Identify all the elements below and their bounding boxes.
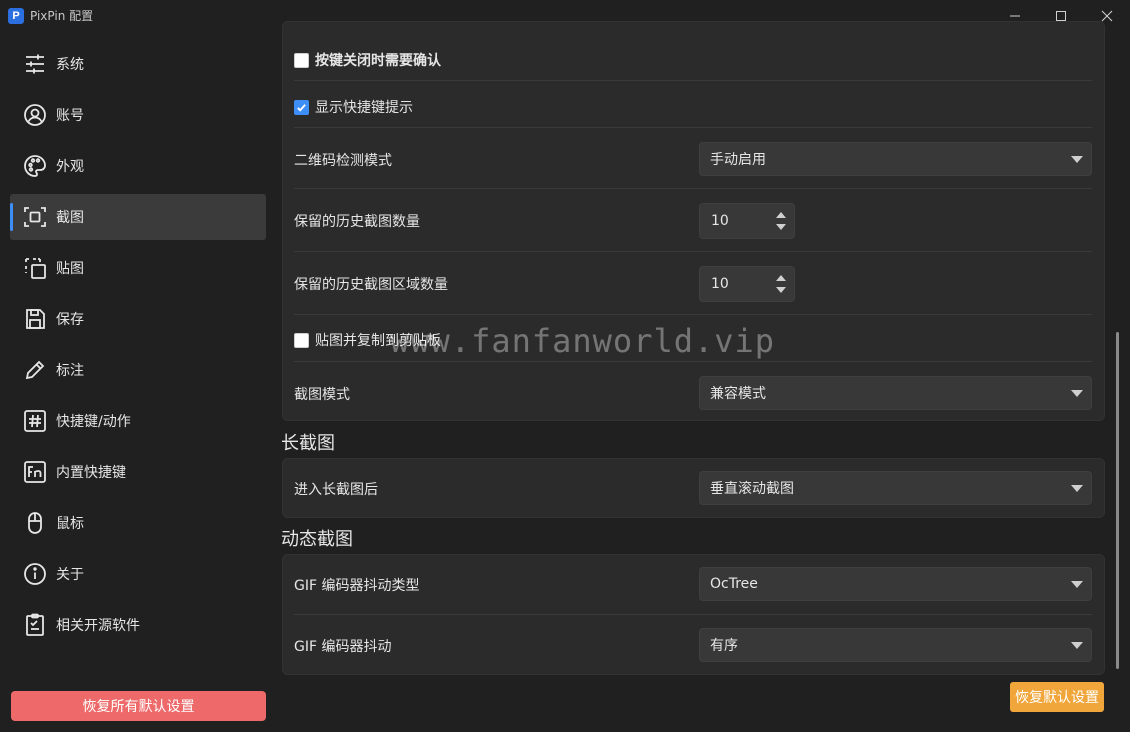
reset-all-button[interactable]: 恢复所有默认设置 — [11, 691, 266, 721]
info-icon — [22, 561, 48, 587]
sidebar-item-shortcuts[interactable]: 快捷键/动作 — [10, 398, 266, 444]
gif-dither-type-value: OcTree — [710, 576, 758, 592]
sidebar-item-save[interactable]: 保存 — [10, 296, 266, 342]
palette-icon — [22, 153, 48, 179]
screenshot-mode-select[interactable]: 兼容模式 — [699, 376, 1092, 410]
sidebar-item-label: 相关开源软件 — [56, 618, 140, 634]
sidebar-item-pin[interactable]: 贴图 — [10, 245, 266, 291]
long-screenshot-after-enter-select[interactable]: 垂直滚动截图 — [699, 471, 1092, 505]
sidebar-item-label: 截图 — [56, 210, 84, 226]
history-region-count-value: 10 — [711, 276, 729, 292]
chevron-down-icon — [1071, 390, 1083, 397]
screenshot-mode-value: 兼容模式 — [710, 386, 766, 402]
chevron-down-icon — [1071, 581, 1083, 588]
sliders-icon — [22, 51, 48, 77]
history-region-count-row: 保留的历史截图区域数量 — [294, 266, 1092, 302]
spin-down-icon[interactable] — [776, 224, 786, 230]
sidebar: 系统 账号 外观 截图 贴图 保存 标注 快捷键/动作 内置快捷键 鼠标 关于 … — [0, 31, 272, 732]
sidebar-item-label: 外观 — [56, 159, 84, 175]
reset-defaults-button[interactable]: 恢复默认设置 — [1010, 682, 1104, 712]
settings-panel: 按键关闭时需要确认 显示快捷键提示 二维码检测模式 手动启用 保留的历史截图数量… — [272, 21, 1130, 732]
sidebar-item-screenshot[interactable]: 截图 — [10, 194, 266, 240]
divider — [294, 251, 1092, 252]
history-count-spinbox[interactable]: 10 — [699, 203, 795, 239]
sidebar-item-builtin-shortcuts[interactable]: 内置快捷键 — [10, 449, 266, 495]
sidebar-item-label: 关于 — [56, 567, 84, 583]
gif-dither-select[interactable]: 有序 — [699, 628, 1092, 662]
app-logo-icon: P — [8, 7, 24, 24]
chevron-down-icon — [1071, 642, 1083, 649]
chevron-down-icon — [1071, 485, 1083, 492]
show-shortcut-hints-row: 显示快捷键提示 — [294, 92, 1092, 122]
history-count-row: 保留的历史截图数量 — [294, 203, 1092, 239]
long-screenshot-after-enter-value: 垂直滚动截图 — [710, 481, 794, 497]
chevron-down-icon — [1071, 156, 1083, 163]
divider — [294, 188, 1092, 189]
sidebar-item-annotate[interactable]: 标注 — [10, 347, 266, 393]
divider — [294, 361, 1092, 362]
animated-screenshot-card: GIF 编码器抖动类型 OcTree GIF 编码器抖动 有序 — [282, 554, 1105, 675]
history-region-count-spinbox[interactable]: 10 — [699, 266, 795, 302]
gif-dither-label: GIF 编码器抖动 — [294, 639, 392, 655]
show-shortcut-hints-label: 显示快捷键提示 — [315, 100, 413, 116]
sidebar-item-label: 系统 — [56, 57, 84, 73]
long-screenshot-after-enter-label: 进入长截图后 — [294, 482, 378, 498]
gif-dither-type-label: GIF 编码器抖动类型 — [294, 578, 420, 594]
save-icon — [22, 306, 48, 332]
sidebar-item-mouse[interactable]: 鼠标 — [10, 500, 266, 546]
sidebar-item-about[interactable]: 关于 — [10, 551, 266, 597]
sidebar-item-label: 保存 — [56, 312, 84, 328]
sidebar-item-label: 贴图 — [56, 261, 84, 277]
divider — [294, 80, 1092, 81]
scrollbar[interactable] — [1116, 332, 1119, 669]
mouse-icon — [22, 510, 48, 536]
divider — [294, 127, 1092, 128]
confirm-on-close-row: 按键关闭时需要确认 — [294, 45, 1092, 75]
user-icon — [22, 102, 48, 128]
history-region-count-label: 保留的历史截图区域数量 — [294, 277, 448, 293]
sidebar-item-label: 账号 — [56, 108, 84, 124]
sidebar-item-open-source[interactable]: 相关开源软件 — [10, 602, 266, 648]
fn-key-icon — [22, 459, 48, 485]
gif-dither-type-select[interactable]: OcTree — [699, 567, 1092, 601]
spin-up-icon[interactable] — [776, 212, 786, 218]
sidebar-item-system[interactable]: 系统 — [10, 41, 266, 87]
sidebar-item-account[interactable]: 账号 — [10, 92, 266, 138]
confirm-on-close-checkbox[interactable] — [294, 52, 309, 68]
checklist-icon — [22, 612, 48, 638]
pin-icon — [22, 255, 48, 281]
confirm-on-close-label: 按键关闭时需要确认 — [315, 53, 441, 69]
spin-up-icon[interactable] — [776, 275, 786, 281]
hashtag-icon — [22, 408, 48, 434]
history-count-label: 保留的历史截图数量 — [294, 214, 420, 230]
screenshot-settings-card: 按键关闭时需要确认 显示快捷键提示 二维码检测模式 手动启用 保留的历史截图数量… — [282, 21, 1105, 421]
animated-screenshot-title: 动态截图 — [281, 529, 353, 550]
divider — [294, 614, 1092, 615]
gif-dither-value: 有序 — [710, 638, 738, 654]
sidebar-item-appearance[interactable]: 外观 — [10, 143, 266, 189]
pin-and-copy-checkbox[interactable] — [294, 332, 309, 348]
check-icon — [297, 103, 306, 112]
sidebar-item-label: 快捷键/动作 — [56, 414, 131, 430]
qr-detect-mode-value: 手动启用 — [710, 152, 766, 168]
sidebar-item-label: 标注 — [56, 363, 84, 379]
spin-down-icon[interactable] — [776, 287, 786, 293]
show-shortcut-hints-checkbox[interactable] — [294, 99, 309, 115]
watermark: www.fanfanworld.vip — [390, 322, 776, 360]
long-screenshot-title: 长截图 — [281, 433, 335, 454]
qr-detect-mode-select[interactable]: 手动启用 — [699, 142, 1092, 176]
sidebar-item-label: 鼠标 — [56, 516, 84, 532]
qr-detect-mode-label: 二维码检测模式 — [294, 153, 392, 169]
divider — [294, 314, 1092, 315]
screenshot-icon — [22, 204, 48, 230]
sidebar-item-label: 内置快捷键 — [56, 465, 126, 481]
screenshot-mode-label: 截图模式 — [294, 387, 350, 403]
long-screenshot-card: 进入长截图后 垂直滚动截图 — [282, 458, 1105, 518]
pencil-icon — [22, 357, 48, 383]
window-title: PixPin 配置 — [30, 9, 94, 23]
history-count-value: 10 — [711, 213, 729, 229]
